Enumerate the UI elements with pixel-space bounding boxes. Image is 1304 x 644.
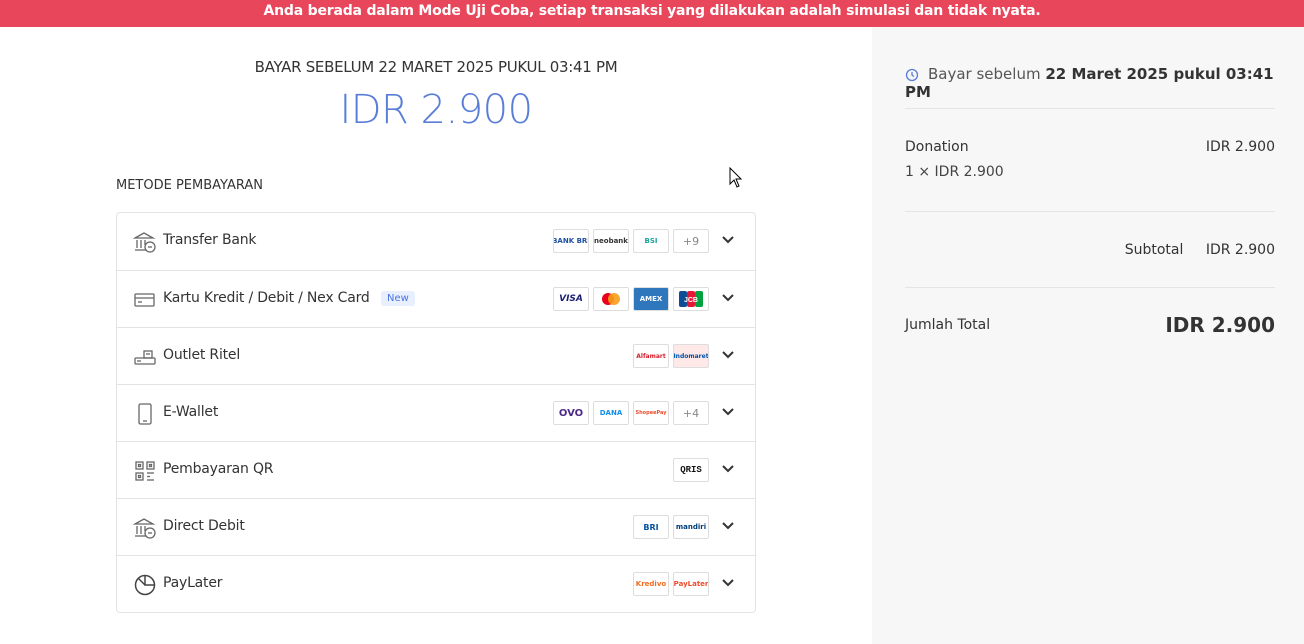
method-label: Transfer Bank	[163, 232, 257, 248]
method-label: Outlet Ritel	[163, 347, 241, 363]
dana-logo: DANA	[593, 401, 629, 425]
clock-icon	[905, 68, 919, 82]
kredivo-logo: Kredivo	[633, 572, 669, 596]
order-summary-panel: Bayar sebelum 22 Maret 2025 pukul 03:41 …	[872, 27, 1304, 644]
method-label: E-Wallet	[163, 404, 219, 420]
method-logos: Kredivo PayLater	[633, 572, 709, 596]
subtotal-row: Subtotal IDR 2.900	[1125, 242, 1275, 258]
chevron-down-icon[interactable]	[721, 521, 735, 531]
method-paylater[interactable]: PayLater Kredivo PayLater	[117, 555, 755, 612]
bri-logo: BRI	[633, 515, 669, 539]
jcb-logo: JCB	[673, 287, 709, 311]
visa-logo: VISA	[553, 287, 589, 311]
method-logos: BRI mandiri	[633, 515, 709, 539]
bri-logo: BANK BRI	[553, 229, 589, 253]
neobank-logo: neobank	[593, 229, 629, 253]
chevron-down-icon[interactable]	[721, 235, 735, 245]
divider	[905, 287, 1275, 288]
payment-amount: IDR 2.900	[339, 87, 533, 133]
mastercard-logo	[593, 287, 629, 311]
payment-methods-label: METODE PEMBAYARAN	[116, 178, 263, 193]
test-mode-banner: Anda berada dalam Mode Uji Coba, setiap …	[0, 0, 1304, 27]
chevron-down-icon[interactable]	[721, 407, 735, 417]
method-label: Direct Debit	[163, 518, 245, 534]
divider	[905, 211, 1275, 212]
method-logos: QRIS	[673, 458, 709, 482]
more-logos-count: +9	[673, 229, 709, 253]
method-logos: VISA AMEX JCB	[553, 287, 709, 311]
item-name: Donation	[905, 139, 969, 155]
item-quantity: 1 × IDR 2.900	[905, 164, 1004, 180]
subtotal-label: Subtotal	[1124, 242, 1184, 258]
phone-icon	[138, 403, 152, 425]
method-direct-debit[interactable]: Direct Debit BRI mandiri	[117, 498, 755, 555]
method-retail-outlet[interactable]: Outlet Ritel Alfamart Indomaret	[117, 327, 755, 384]
payment-methods-list: Transfer Bank BANK BRI neobank BSI +9 Ka…	[116, 212, 756, 613]
alfamart-logo: Alfamart	[633, 344, 669, 368]
svg-text:JCB: JCB	[684, 297, 698, 304]
amex-logo: AMEX	[633, 287, 669, 311]
method-logos: Alfamart Indomaret	[633, 344, 709, 368]
qr-code-icon	[135, 461, 155, 481]
chevron-down-icon[interactable]	[721, 464, 735, 474]
method-label: Kartu Kredit / Debit / Nex Card	[163, 290, 370, 306]
divider	[905, 108, 1275, 109]
method-qr-payment[interactable]: Pembayaran QR QRIS	[117, 441, 755, 498]
credit-card-icon	[134, 293, 155, 307]
mandiri-logo: mandiri	[673, 515, 709, 539]
bank-icon	[133, 232, 156, 253]
chevron-down-icon[interactable]	[721, 350, 735, 360]
subtotal-value: IDR 2.900	[1205, 242, 1275, 258]
method-credit-card[interactable]: Kartu Kredit / Debit / Nex Card New VISA…	[117, 270, 755, 327]
ovo-logo: OVO	[553, 401, 589, 425]
retail-register-icon	[134, 350, 156, 365]
deadline-label: Bayar sebelum	[928, 65, 1041, 83]
total-label: Jumlah Total	[905, 317, 991, 333]
pie-chart-icon	[134, 574, 156, 596]
indomaret-logo: Indomaret	[673, 344, 709, 368]
payment-deadline-heading: BAYAR SEBELUM 22 MARET 2025 PUKUL 03:41 …	[254, 58, 618, 76]
new-badge: New	[381, 291, 415, 306]
shopeepay-logo: ShopeePay	[633, 401, 669, 425]
mouse-cursor-icon	[729, 167, 743, 188]
more-logos-count: +4	[673, 401, 709, 425]
method-transfer-bank[interactable]: Transfer Bank BANK BRI neobank BSI +9	[117, 213, 755, 270]
method-e-wallet[interactable]: E-Wallet OVO DANA ShopeePay +4	[117, 384, 755, 441]
payment-panel: BAYAR SEBELUM 22 MARET 2025 PUKUL 03:41 …	[0, 27, 872, 644]
qris-logo: QRIS	[673, 458, 709, 482]
bsi-logo: BSI	[633, 229, 669, 253]
item-price: IDR 2.900	[1205, 139, 1275, 155]
summary-deadline: Bayar sebelum 22 Maret 2025 pukul 03:41 …	[905, 65, 1304, 101]
method-logos: OVO DANA ShopeePay +4	[553, 401, 709, 425]
bank-icon	[133, 518, 156, 539]
chevron-down-icon[interactable]	[721, 293, 735, 303]
total-value: IDR 2.900	[1165, 313, 1275, 337]
method-logos: BANK BRI neobank BSI +9	[553, 229, 709, 253]
paylater-logo: PayLater	[673, 572, 709, 596]
method-label: PayLater	[163, 575, 223, 591]
chevron-down-icon[interactable]	[721, 578, 735, 588]
method-label: Pembayaran QR	[163, 461, 274, 477]
